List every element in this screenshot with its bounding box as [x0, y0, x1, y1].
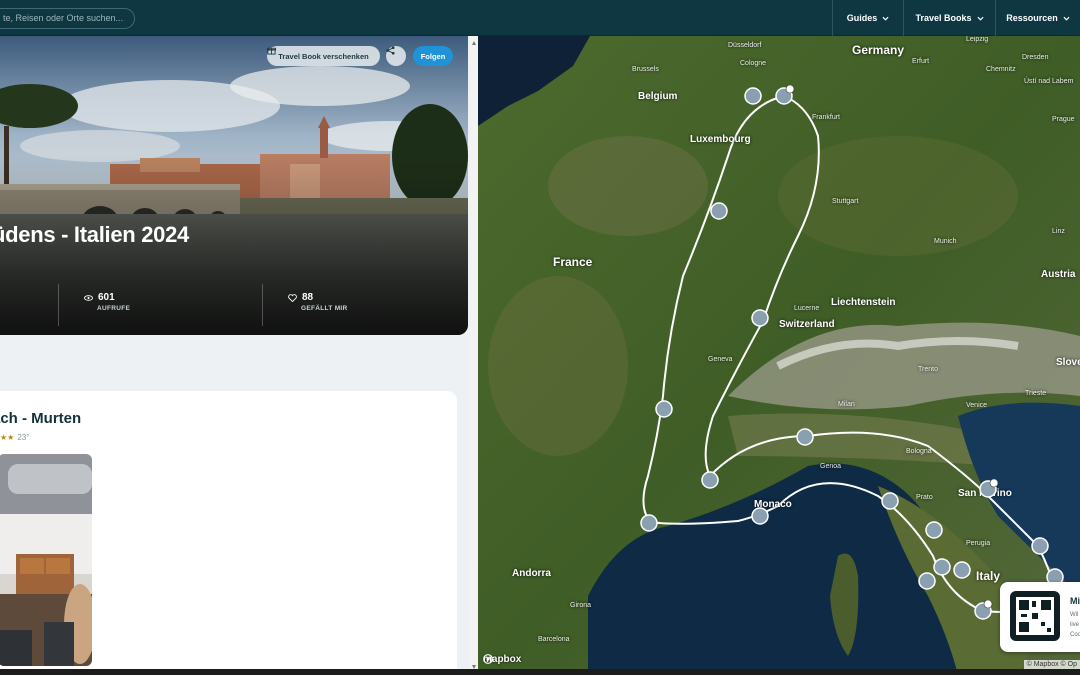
- city-label: Geneva: [708, 356, 733, 363]
- city-label: Ústí nad Labem: [1024, 78, 1074, 85]
- views-label: AUFRUFE: [97, 305, 131, 312]
- gift-icon: [267, 47, 276, 55]
- city-label: Leipzig: [966, 36, 989, 43]
- map-label-monaco: Monaco: [754, 499, 792, 510]
- gift-travel-book-button[interactable]: Travel Book verschenken: [267, 46, 380, 66]
- likes-label: GEFÄLLT MIR: [301, 305, 348, 312]
- route-map[interactable]: Germany Belgium Luxembourg France Switze…: [478, 36, 1080, 675]
- qr-code: [1010, 591, 1060, 641]
- city-label: Venice: [966, 402, 988, 409]
- star-icon: ★★: [0, 433, 15, 442]
- city-label: Düsseldorf: [728, 42, 762, 49]
- taskbar-edge: [0, 669, 1080, 675]
- city-label: Trento: [918, 366, 938, 373]
- stage-rating: ★★ 23°: [0, 433, 29, 442]
- chevron-down-icon: [976, 16, 984, 21]
- map-label-andorra: Andorra: [512, 568, 551, 579]
- nav-travel-books-label: Travel Books: [915, 13, 972, 23]
- city-label: Bologna: [906, 448, 932, 455]
- city-label: Prato: [916, 494, 933, 501]
- map-label-switzerland: Switzerland: [779, 319, 835, 330]
- city-label: Trieste: [1025, 390, 1047, 397]
- city-label: Genoa: [820, 463, 842, 470]
- city-label: Girona: [570, 602, 592, 609]
- chevron-down-icon: [1063, 16, 1070, 21]
- map-label-liechtenstein: Liechtenstein: [831, 297, 896, 308]
- city-label: Frankfurt: [812, 114, 841, 121]
- nav-guides[interactable]: Guides: [832, 0, 903, 36]
- map-label-san-marino: San Marino: [958, 488, 1012, 499]
- city-label: Milan: [838, 401, 855, 408]
- city-label: Perugia: [966, 540, 991, 547]
- promo-line: live: [1070, 622, 1080, 628]
- mapbox-icon: [483, 654, 493, 664]
- nav-ressourcen-label: Ressourcen: [1006, 13, 1058, 23]
- city-label: Erfurt: [912, 58, 930, 65]
- panel-scrollbar[interactable]: [470, 36, 478, 675]
- camper-interior-image: [0, 454, 92, 666]
- gift-label: Travel Book verschenken: [278, 51, 369, 61]
- map-attribution[interactable]: © Mapbox © Op: [1023, 660, 1080, 669]
- promo-line: Coo: [1070, 632, 1080, 638]
- views-count: 601: [98, 292, 115, 303]
- map-label-slovenia: Slove: [1056, 357, 1080, 368]
- share-icon: [386, 46, 395, 55]
- heart-icon: [288, 293, 297, 302]
- map-label-luxembourg: Luxembourg: [690, 134, 751, 145]
- map-label-austria: Austria: [1041, 269, 1076, 280]
- promo-text: Wil live Coo: [1070, 610, 1080, 640]
- search-input[interactable]: te, Reisen oder Orte suchen...: [0, 8, 135, 29]
- travel-book-title: üdens - Italien 2024: [0, 222, 189, 247]
- scroll-up-icon: [472, 41, 476, 45]
- promo-line: Wil: [1070, 612, 1079, 618]
- city-label: Brussels: [632, 66, 659, 73]
- travel-book-panel: Travel Book verschenken Folgen üdens - I…: [0, 36, 478, 675]
- chevron-down-icon: [882, 16, 889, 21]
- map-label-belgium: Belgium: [638, 91, 678, 102]
- stage-temperature: 23°: [17, 433, 30, 442]
- hero-photo: [0, 36, 468, 335]
- city-label: Chemnitz: [986, 66, 1016, 73]
- likes-stat[interactable]: 88 GEFÄLLT MIR: [288, 292, 348, 312]
- eye-icon: [84, 294, 93, 301]
- promo-title: Mi: [1070, 596, 1080, 606]
- top-navigation: te, Reisen oder Orte suchen... Guides Tr…: [0, 0, 1080, 36]
- city-label: Munich: [934, 238, 957, 245]
- nav-travel-books[interactable]: Travel Books: [903, 0, 995, 36]
- views-stat: 601 AUFRUFE: [84, 292, 130, 312]
- map-label-italy: Italy: [976, 569, 1001, 583]
- divider: [58, 284, 59, 326]
- app-promo-card[interactable]: Mi Wil live Coo: [1000, 582, 1080, 652]
- city-label: Cologne: [740, 60, 767, 67]
- map-label-france: France: [553, 255, 593, 269]
- stage-title: ach - Murten: [0, 410, 82, 427]
- city-label: Prague: [1052, 116, 1075, 123]
- mapbox-logo[interactable]: mapbox: [483, 654, 521, 665]
- divider: [262, 284, 263, 326]
- city-label: Stuttgart: [832, 198, 859, 205]
- qr-code-icon: [1016, 597, 1054, 635]
- map-label-germany: Germany: [852, 43, 905, 57]
- likes-count: 88: [302, 292, 314, 303]
- share-button[interactable]: [386, 46, 406, 66]
- follow-button[interactable]: Folgen: [413, 46, 453, 66]
- hero-cover: Travel Book verschenken Folgen: [0, 36, 468, 335]
- nav-guides-label: Guides: [846, 13, 878, 23]
- city-label: Lucerne: [794, 305, 820, 312]
- city-label: Dresden: [1022, 54, 1049, 61]
- city-label: Barcelona: [538, 636, 570, 643]
- nav-ressourcen[interactable]: Ressourcen: [995, 0, 1080, 36]
- stage-photo[interactable]: [0, 454, 92, 666]
- main-nav: Guides Travel Books Ressourcen: [832, 0, 1080, 36]
- city-label: Linz: [1052, 228, 1065, 235]
